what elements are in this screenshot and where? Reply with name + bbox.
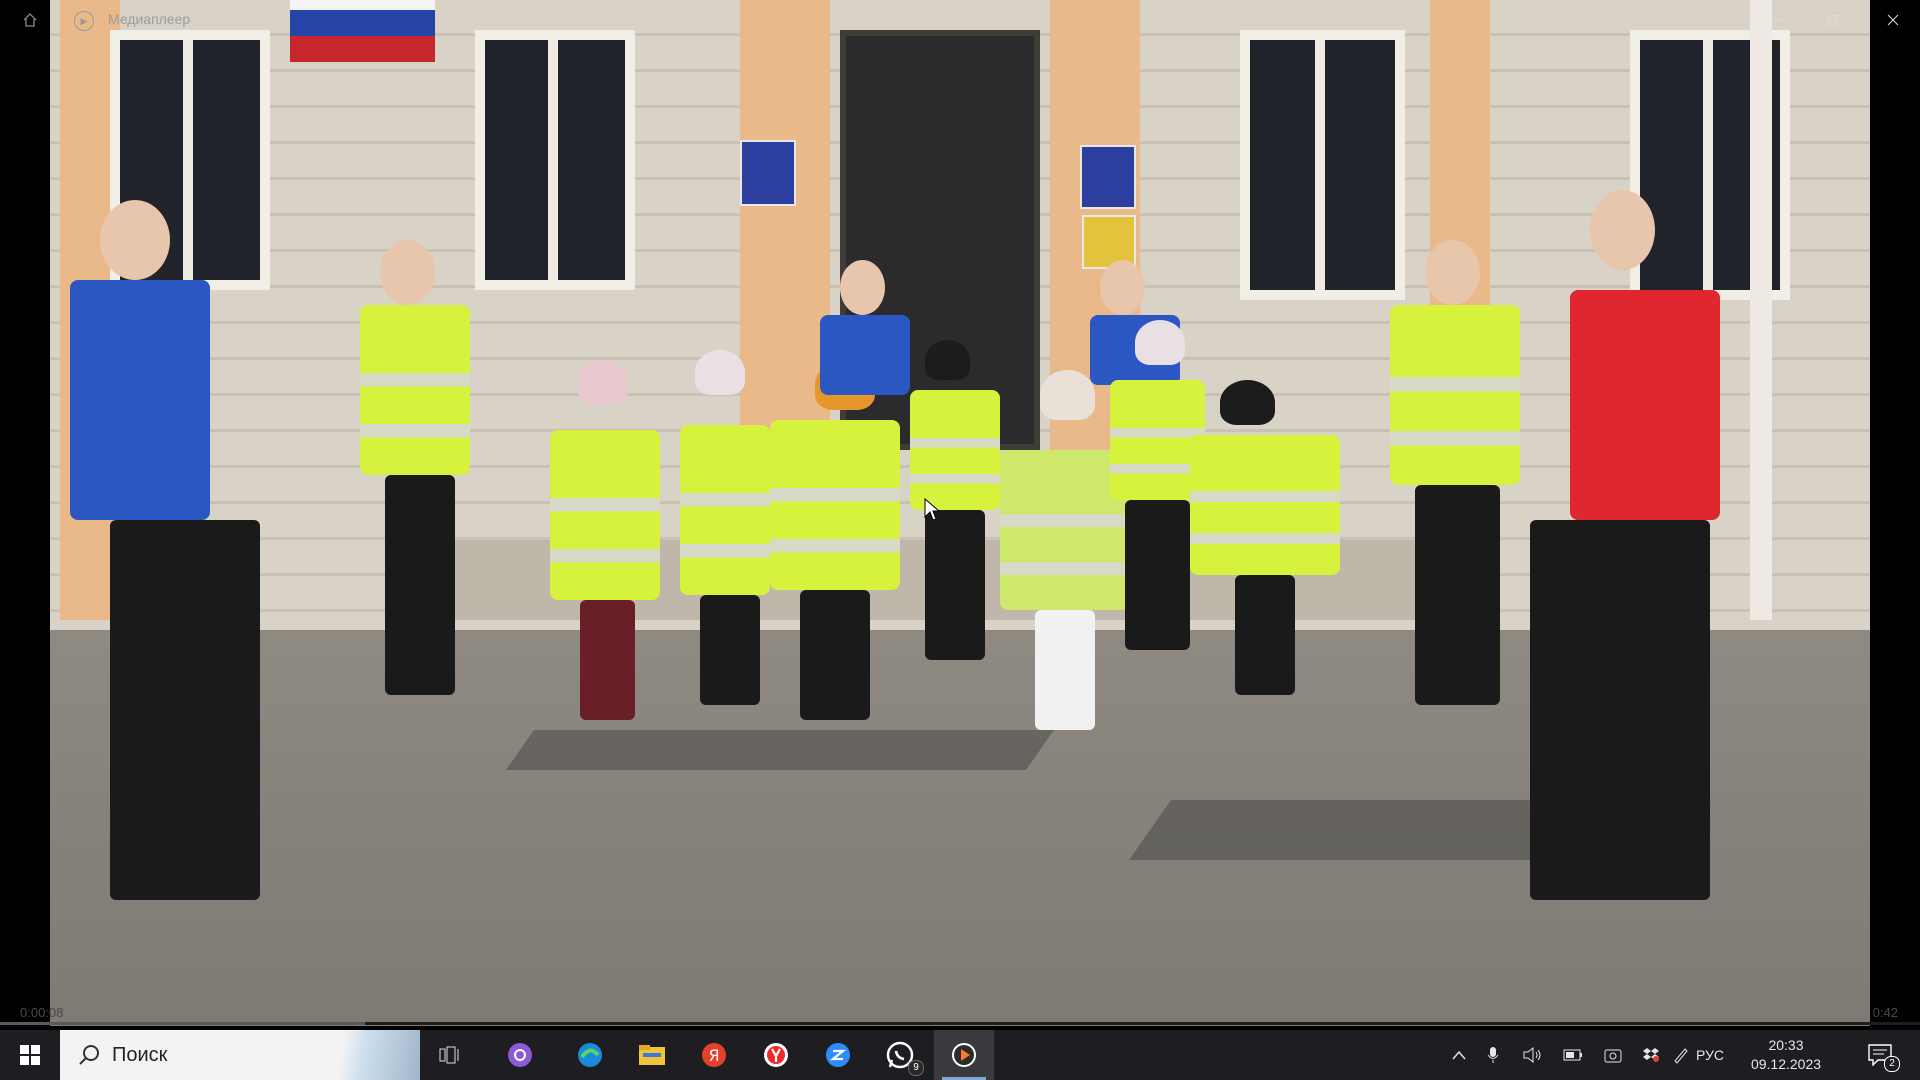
seek-bar[interactable] — [0, 1022, 1920, 1025]
task-view-icon[interactable] — [422, 1030, 478, 1080]
current-time: 0:00:08 — [20, 1005, 64, 1020]
whatsapp-icon[interactable]: 9 — [872, 1030, 928, 1080]
seek-bar-fill — [0, 1022, 365, 1025]
title-bar: ▶ Медиаплеер — [0, 0, 1920, 40]
svg-text:Я: Я — [708, 1046, 719, 1065]
video-frame[interactable] — [50, 0, 1870, 1026]
mouse-cursor-icon — [924, 498, 940, 521]
file-explorer-icon[interactable] — [624, 1030, 680, 1080]
yandex-icon[interactable] — [748, 1030, 804, 1080]
home-icon[interactable] — [10, 0, 50, 40]
building-window — [475, 30, 635, 290]
windows-start-icon[interactable] — [0, 1030, 60, 1080]
minimize-icon[interactable] — [1754, 0, 1800, 40]
search-highlight-illustration — [325, 1030, 420, 1080]
zoom-icon[interactable] — [810, 1030, 866, 1080]
building-window — [1240, 30, 1405, 300]
notification-icon[interactable]: 2 — [1850, 1030, 1910, 1080]
clock[interactable]: 20:33 09.12.2023 — [1736, 1036, 1836, 1074]
dropbox-icon[interactable] — [1632, 1030, 1670, 1080]
system-tray: РУС 20:33 09.12.2023 2 — [1440, 1030, 1920, 1080]
plaque — [740, 140, 796, 206]
cortana-icon[interactable] — [492, 1030, 548, 1080]
camera-icon[interactable] — [1594, 1030, 1632, 1080]
media-player-icon[interactable] — [934, 1030, 994, 1080]
battery-icon[interactable] — [1554, 1030, 1592, 1080]
total-time: 0:42 — [1872, 1005, 1898, 1020]
search-input[interactable]: Поиск — [60, 1030, 420, 1080]
search-placeholder: Поиск — [112, 1043, 168, 1066]
maximize-icon[interactable] — [1810, 0, 1856, 40]
notification-count: 2 — [1884, 1056, 1900, 1072]
whatsapp-badge: 9 — [908, 1060, 924, 1076]
volume-icon[interactable] — [1514, 1030, 1552, 1080]
media-player-app-icon: ▶ — [74, 11, 94, 31]
media-player-window: ▶ Медиаплеер 0:00:08 0:42 — [0, 0, 1920, 1026]
pole — [1750, 0, 1772, 620]
shadow — [505, 730, 1055, 770]
close-icon[interactable] — [1870, 0, 1916, 40]
plaque — [1080, 145, 1136, 209]
microphone-icon[interactable] — [1474, 1030, 1512, 1080]
clock-date: 09.12.2023 — [1750, 1056, 1822, 1072]
edge-icon[interactable] — [562, 1030, 618, 1080]
chevron-up-icon[interactable] — [1440, 1030, 1478, 1080]
taskbar: Поиск Я 9 РУС 20:33 09.12.2023 2 — [0, 1030, 1920, 1080]
window-title: Медиаплеер — [108, 11, 191, 27]
clock-time: 20:33 — [1768, 1037, 1804, 1053]
search-icon — [79, 1045, 99, 1065]
language-indicator[interactable]: РУС — [1688, 1030, 1732, 1080]
yandex-browser-icon[interactable]: Я — [686, 1030, 742, 1080]
